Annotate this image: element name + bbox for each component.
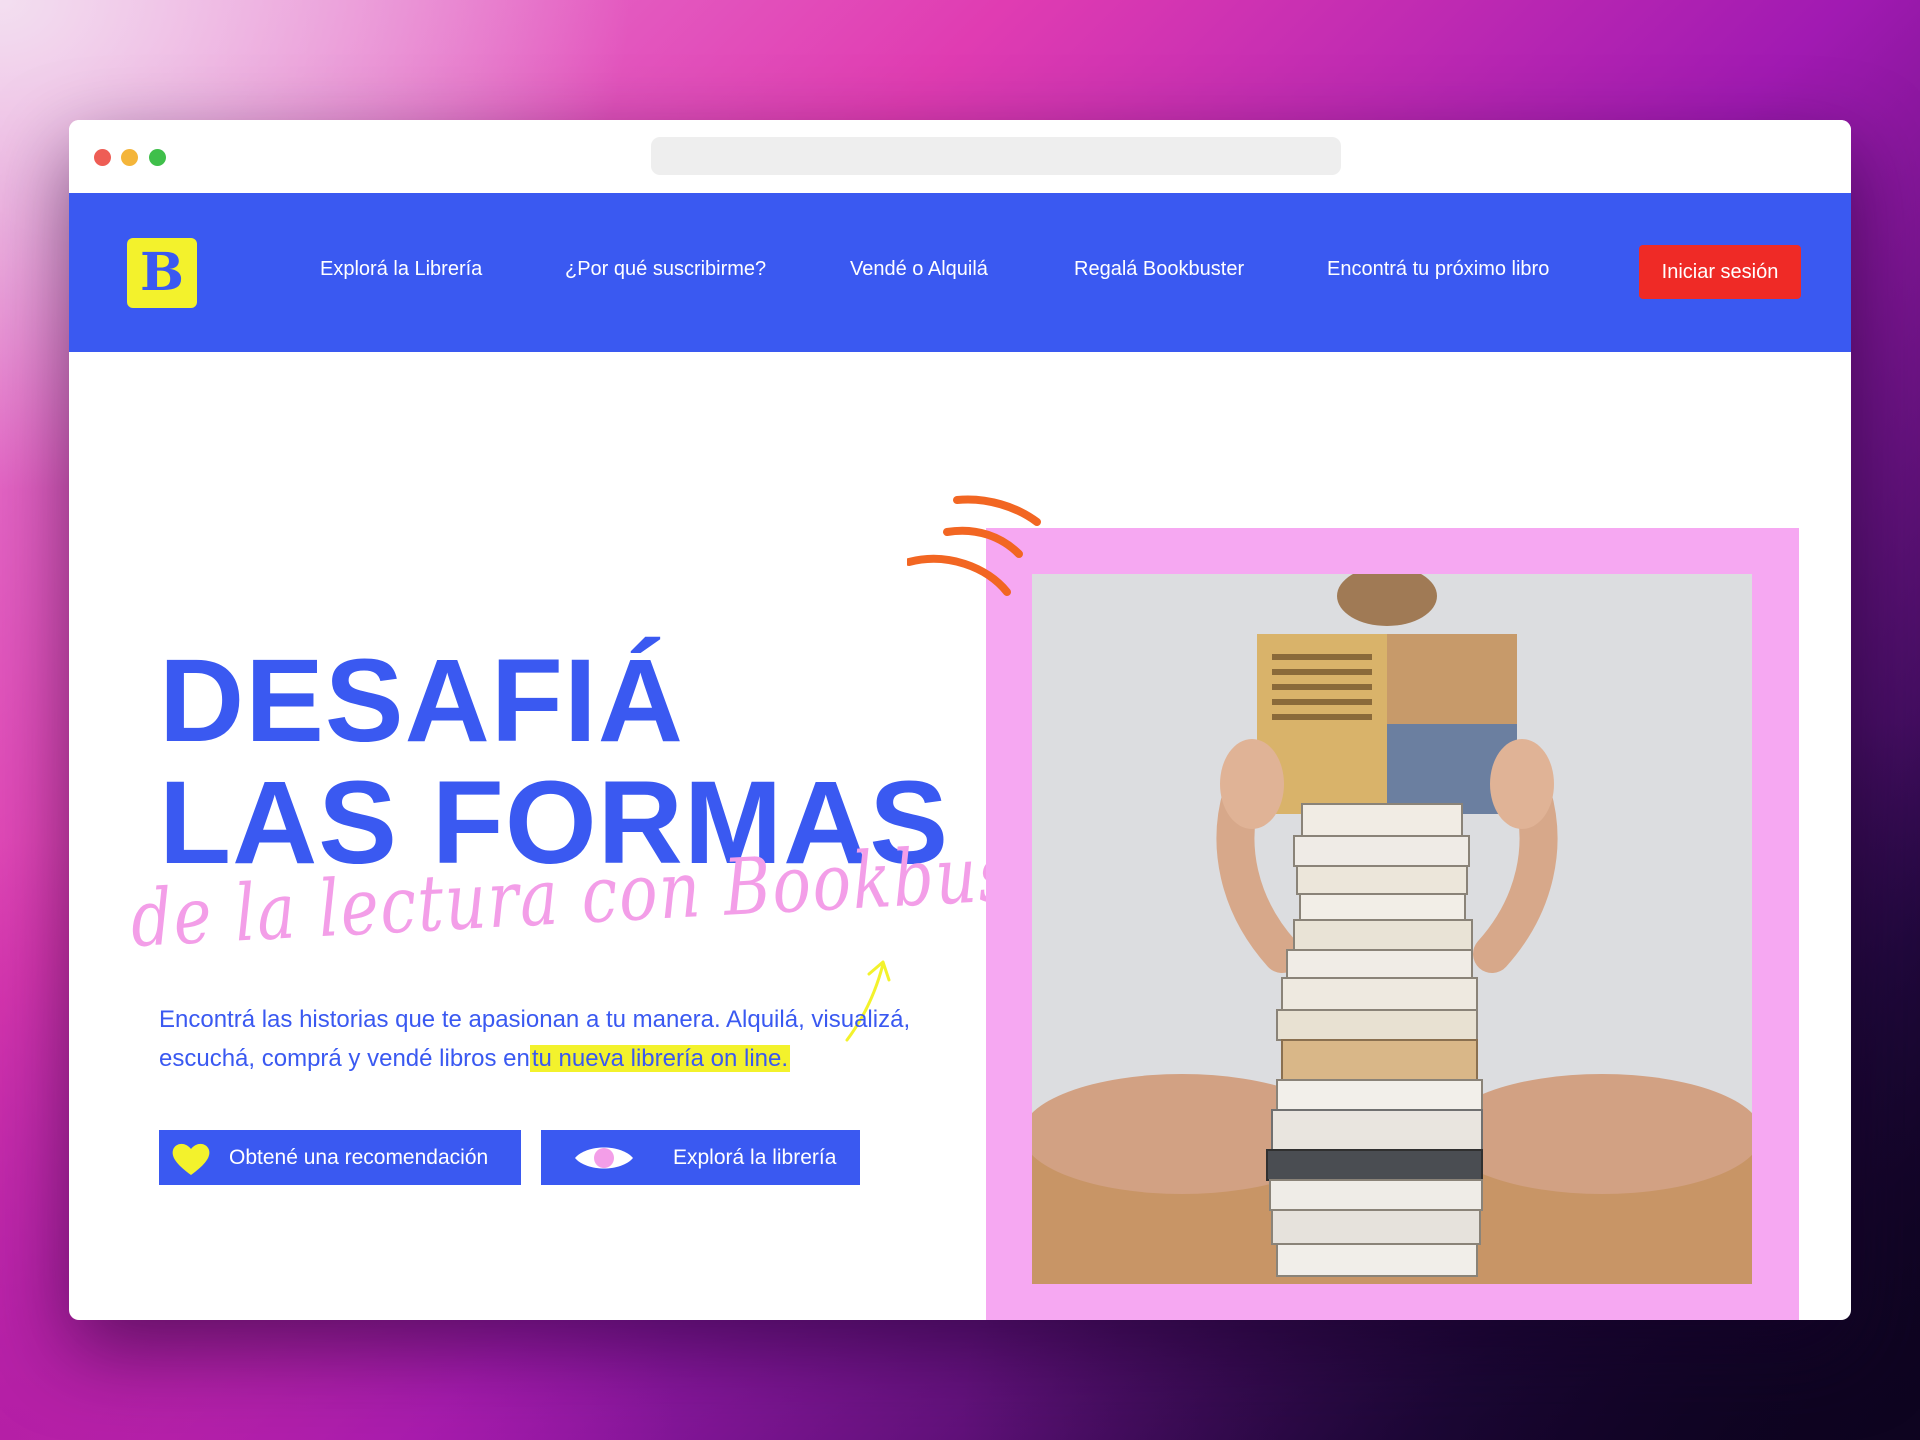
explore-library-button-label: Explorá la librería [673,1145,837,1169]
recommendation-button-label: Obtené una recomendación [229,1145,489,1169]
explore-library-button[interactable]: Explorá la librería [541,1130,860,1185]
top-navigation: B Explorá la Librería ¿Por qué suscribir… [69,193,1851,352]
nav-sell-or-rent[interactable]: Vendé o Alquilá [850,258,988,281]
browser-titlebar [69,120,1851,193]
bookbuster-logo[interactable]: B [127,238,197,308]
nav-gift-bookbuster[interactable]: Regalá Bookbuster [1074,258,1244,281]
description-highlight: tu nueva librería on line. [529,1045,791,1072]
nav-why-subscribe[interactable]: ¿Por qué suscribirme? [565,258,766,281]
close-window-dot[interactable] [94,149,111,166]
eye-icon [575,1147,633,1169]
login-button[interactable]: Iniciar sesión [1639,245,1801,299]
heart-icon [172,1143,210,1175]
maximize-window-dot[interactable] [149,149,166,166]
hero-description: Encontrá las historias que te apasionan … [159,1000,959,1078]
nav-explore-library[interactable]: Explorá la Librería [320,258,482,281]
orange-scribble-decoration [907,495,1041,596]
recommendation-button[interactable]: Obtené una recomendación [159,1130,521,1185]
nav-find-next-book[interactable]: Encontrá tu próximo libro [1327,258,1549,281]
hero-photo-reader-with-books [1032,574,1752,1284]
headline-line-1: DESAFIÁ [159,635,684,767]
minimize-window-dot[interactable] [121,149,138,166]
address-bar[interactable] [651,137,1341,175]
browser-window: B Explorá la Librería ¿Por qué suscribir… [69,120,1851,1320]
